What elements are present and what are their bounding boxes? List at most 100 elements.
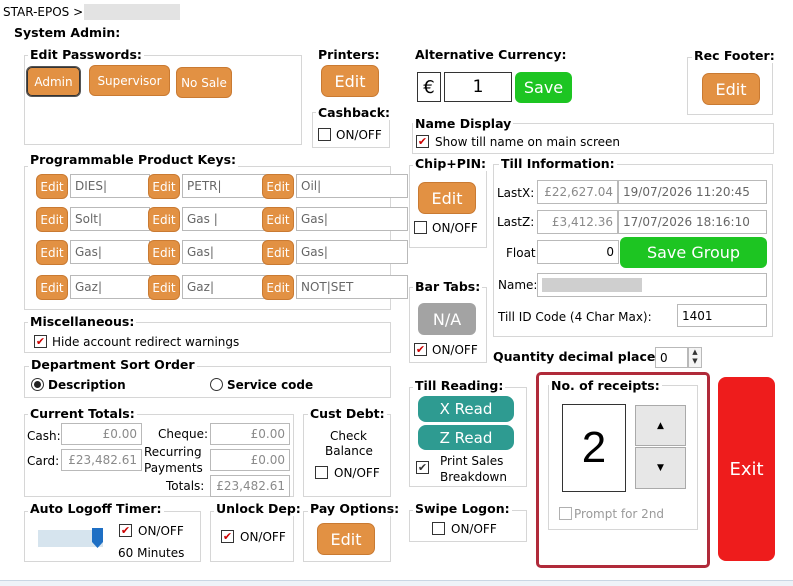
- check-mark-icon: ✔: [120, 524, 131, 537]
- product-key-name-field[interactable]: Gas|: [70, 240, 150, 264]
- print-sales-checkbox[interactable]: ✔: [416, 461, 429, 474]
- swipe-logon-title: Swipe Logon:: [413, 501, 512, 516]
- product-key-edit-button[interactable]: Edit: [148, 174, 180, 199]
- swipe-logon-label: ON/OFF: [451, 522, 497, 536]
- product-key-edit-button[interactable]: Edit: [36, 174, 68, 199]
- bar-tabs-na-button[interactable]: N/A: [418, 303, 476, 335]
- check-mark-icon: ✔: [35, 335, 46, 348]
- cust-debt-checkbox[interactable]: [315, 466, 328, 479]
- cust-debt-title: Cust Debt:: [308, 406, 387, 421]
- chip-pin-edit-button[interactable]: Edit: [418, 182, 476, 214]
- recurring-label-1: Recurring: [144, 445, 202, 459]
- check-mark-icon: ✔: [415, 343, 426, 356]
- till-id-input[interactable]: 1401: [677, 304, 767, 327]
- x-read-button[interactable]: X Read: [418, 396, 514, 422]
- unlock-dep-title: Unlock Dep:: [214, 501, 303, 516]
- product-key-name-field[interactable]: Gas|: [296, 240, 408, 264]
- product-key-name-field[interactable]: Gas |: [182, 207, 269, 231]
- product-key-name-field[interactable]: Oil|: [296, 174, 408, 198]
- lastx-value: £22,627.04: [537, 180, 618, 204]
- sort-service-code-radio[interactable]: [210, 378, 223, 391]
- product-key-edit-button[interactable]: Edit: [262, 207, 294, 232]
- breadcrumb: STAR-EPOS >: [3, 5, 84, 19]
- product-key-edit-button[interactable]: Edit: [148, 207, 180, 232]
- swipe-logon-checkbox[interactable]: [432, 522, 445, 535]
- check-mark-icon: ✔: [417, 135, 428, 148]
- product-key-edit-button[interactable]: Edit: [36, 207, 68, 232]
- float-input[interactable]: 0: [537, 240, 619, 264]
- z-read-button[interactable]: Z Read: [418, 425, 514, 450]
- unlock-dep-checkbox[interactable]: ✔: [221, 530, 234, 543]
- auto-logoff-checkbox[interactable]: ✔: [119, 524, 132, 537]
- lastx-label: LastX:: [497, 186, 535, 200]
- sort-service-code-label: Service code: [227, 378, 314, 392]
- cust-debt-label-2: Balance: [325, 444, 373, 458]
- bar-tabs-title: Bar Tabs:: [413, 279, 483, 294]
- misc-checkbox[interactable]: ✔: [34, 335, 47, 348]
- cust-debt-onoff-label: ON/OFF: [334, 466, 380, 480]
- exit-button[interactable]: Exit: [718, 377, 775, 561]
- product-key-edit-button[interactable]: Edit: [36, 240, 68, 265]
- product-key-name-field[interactable]: NOT|SET: [296, 275, 408, 299]
- prompt-2nd-checkbox[interactable]: [559, 507, 572, 520]
- receipts-increase-button[interactable]: ▲: [635, 405, 686, 446]
- currency-symbol-field[interactable]: €: [417, 72, 441, 102]
- till-name-label: Name:: [498, 278, 538, 292]
- product-key-name-field[interactable]: PETR|: [182, 174, 269, 198]
- product-key-name-field[interactable]: Gas|: [296, 207, 408, 231]
- print-sales-label-2: Breakdown: [440, 470, 507, 484]
- name-display-label: Show till name on main screen: [435, 135, 621, 149]
- current-totals-title: Current Totals:: [28, 406, 137, 421]
- qty-decimal-label: Quantity decimal places:: [493, 349, 668, 364]
- admin-password-button[interactable]: Admin: [26, 66, 81, 97]
- printers-edit-button[interactable]: Edit: [321, 65, 379, 97]
- till-name-input[interactable]: [537, 273, 767, 297]
- product-key-name-field[interactable]: Gaz|: [182, 275, 269, 299]
- auto-logoff-onoff-label: ON/OFF: [138, 524, 184, 538]
- misc-label: Hide account redirect warnings: [52, 335, 240, 349]
- spin-down-icon[interactable]: ▼: [689, 357, 701, 366]
- cashback-checkbox[interactable]: [318, 128, 331, 141]
- product-key-edit-button[interactable]: Edit: [262, 275, 294, 300]
- rec-footer-edit-button[interactable]: Edit: [702, 73, 760, 105]
- product-key-edit-button[interactable]: Edit: [148, 240, 180, 265]
- currency-save-button[interactable]: Save: [515, 72, 572, 103]
- chip-pin-title: Chip+PIN:: [413, 156, 489, 171]
- auto-logoff-title: Auto Logoff Timer:: [28, 501, 164, 516]
- receipts-decrease-button[interactable]: ▼: [635, 447, 686, 489]
- sort-description-radio[interactable]: [31, 378, 44, 391]
- product-key-edit-button[interactable]: Edit: [262, 174, 294, 199]
- product-key-name-field[interactable]: Gas|: [182, 240, 269, 264]
- receipts-count-display: 2: [562, 404, 626, 492]
- qty-decimal-input[interactable]: 0: [655, 347, 688, 368]
- product-key-name-field[interactable]: Solt|: [70, 207, 150, 231]
- misc-title: Miscellaneous:: [28, 314, 137, 329]
- chip-pin-checkbox[interactable]: [414, 221, 427, 234]
- alt-currency-title: Alternative Currency:: [413, 47, 569, 62]
- supervisor-password-button[interactable]: Supervisor: [89, 65, 170, 96]
- product-key-name-field[interactable]: Gaz|: [70, 275, 150, 299]
- till-info-title: Till Information:: [499, 156, 617, 171]
- system-admin-title: System Admin:: [14, 25, 121, 40]
- product-key-name-field[interactable]: DIES|: [70, 174, 150, 198]
- qty-decimal-spinner[interactable]: ▲ ▼: [688, 347, 702, 368]
- sort-description-label: Description: [48, 378, 126, 392]
- name-display-checkbox[interactable]: ✔: [416, 135, 429, 148]
- print-sales-label-1: Print Sales: [440, 454, 504, 468]
- spin-up-icon[interactable]: ▲: [689, 348, 701, 357]
- prompt-2nd-label: Prompt for 2nd: [574, 507, 665, 521]
- pay-options-edit-button[interactable]: Edit: [317, 523, 375, 555]
- card-label: Card:: [27, 454, 60, 468]
- bar-tabs-checkbox[interactable]: ✔: [414, 343, 427, 356]
- no-sale-password-button[interactable]: No Sale: [176, 67, 232, 98]
- currency-rate-input[interactable]: 1: [444, 72, 512, 102]
- auto-logoff-minutes: 60 Minutes: [118, 546, 185, 560]
- recurring-label-2: Payments: [144, 461, 203, 475]
- chip-pin-label: ON/OFF: [432, 221, 478, 235]
- product-key-edit-button[interactable]: Edit: [262, 240, 294, 265]
- recurring-value: £0.00: [210, 449, 290, 471]
- till-reading-title: Till Reading:: [413, 378, 506, 393]
- product-key-edit-button[interactable]: Edit: [148, 275, 180, 300]
- product-key-edit-button[interactable]: Edit: [36, 275, 68, 300]
- save-group-button[interactable]: Save Group: [620, 237, 767, 268]
